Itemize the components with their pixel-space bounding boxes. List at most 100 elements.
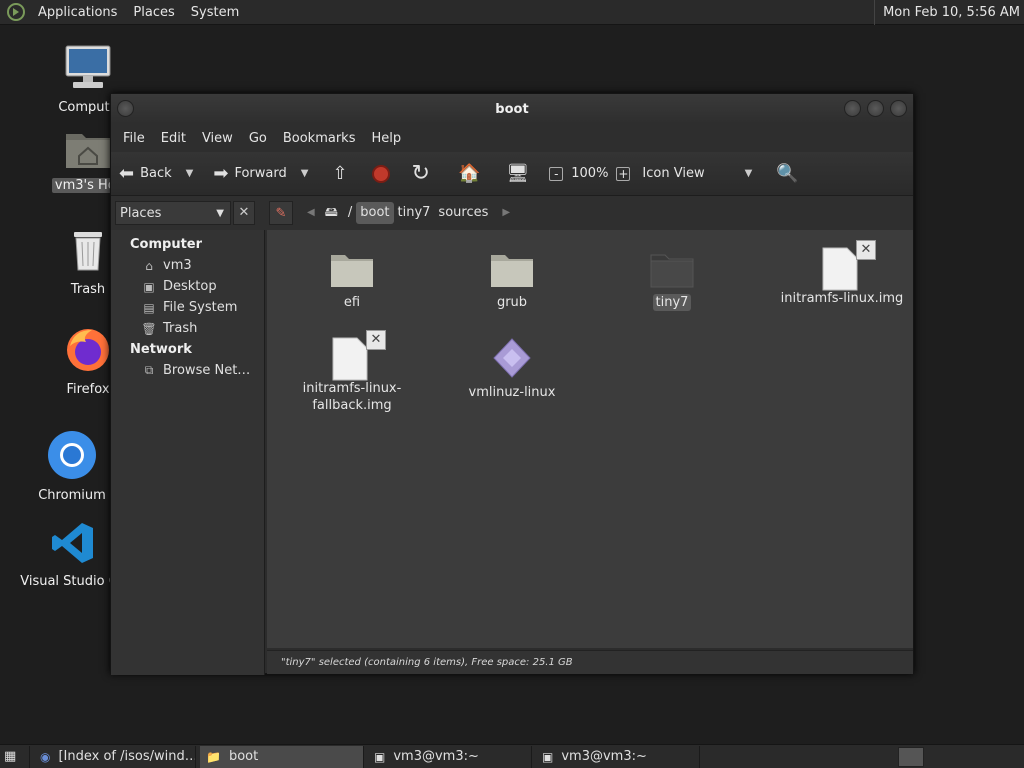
sidebar-item-label: Desktop	[163, 279, 217, 294]
view-mode-label: Icon View	[642, 166, 705, 181]
file-name: vmlinuz-linux	[468, 385, 556, 400]
breadcrumb-drive-icon[interactable]: 🖴	[319, 202, 344, 224]
sidebar-item-label: Browse Net…	[163, 363, 251, 378]
taskbar-item-label: vm3@vm3:~	[393, 749, 479, 764]
stop-button[interactable]	[371, 164, 390, 183]
folder-icon: 📁	[206, 749, 221, 764]
toggle-location-entry-button[interactable]: ✎	[269, 201, 293, 225]
chromium-icon	[22, 430, 122, 484]
taskbar-item-label: vm3@vm3:~	[561, 749, 647, 764]
sidebar-item-trash[interactable]: 🗑 Trash	[111, 318, 264, 339]
system-menu[interactable]: System	[183, 0, 247, 25]
forward-button[interactable]: ➡ Forward ▼	[213, 163, 320, 184]
up-button[interactable]: ⇧	[332, 163, 353, 184]
sidebar-section-computer: Computer	[130, 237, 203, 252]
menu-edit[interactable]: Edit	[153, 131, 194, 146]
file-name: efi	[343, 295, 361, 310]
file-icon-view[interactable]: efi grub tiny7 ✕ initramfs-linux.img ✕ i…	[267, 230, 913, 648]
file-item-initramfs-linux-fallback[interactable]: ✕ initramfs-linux-fallback.img	[287, 330, 417, 414]
breadcrumb-scroll-left[interactable]: ◀	[303, 202, 319, 224]
close-button[interactable]	[890, 100, 907, 117]
forward-arrow-icon: ➡	[213, 163, 229, 184]
back-arrow-icon: ⬅	[119, 163, 135, 184]
show-desktop-button[interactable]: ▦	[0, 745, 30, 768]
file-name: grub	[496, 295, 528, 310]
forward-label: Forward	[234, 166, 287, 181]
computer-icon	[38, 44, 138, 96]
taskbar-item-terminal-1[interactable]: ▣ vm3@vm3:~	[368, 745, 532, 768]
breadcrumb-tiny7[interactable]: tiny7	[394, 202, 435, 224]
breadcrumb-root[interactable]: /	[344, 202, 356, 224]
network-icon: ⧉	[144, 363, 154, 377]
menu-help[interactable]: Help	[363, 131, 409, 146]
folder-icon	[447, 250, 577, 294]
places-menu[interactable]: Places	[125, 0, 182, 25]
terminal-icon: ▣	[374, 749, 386, 764]
back-history-dropdown-icon[interactable]: ▼	[186, 168, 194, 179]
sidebar-type-select[interactable]: Places ▼	[115, 201, 231, 225]
window-title: boot	[495, 101, 529, 117]
browser-icon: ◉	[40, 749, 51, 764]
bottom-panel: ▦ ◉ [Index of /isos/wind… 📁 boot ▣ vm3@v…	[0, 744, 1024, 768]
window-titlebar[interactable]: boot	[111, 94, 913, 124]
taskbar-item-boot[interactable]: 📁 boot	[200, 745, 364, 768]
menu-go[interactable]: Go	[241, 131, 275, 146]
forward-history-dropdown-icon[interactable]: ▼	[301, 168, 309, 179]
desktop-icon-chromium[interactable]: Chromium	[22, 430, 122, 503]
computer-button[interactable]: 🖥	[506, 163, 535, 184]
chevron-down-icon: ▼	[216, 207, 224, 219]
zoom-out-button[interactable]: -	[549, 166, 564, 181]
distro-logo-icon[interactable]	[6, 2, 26, 22]
desktop-icon: ▣	[143, 279, 155, 294]
search-button[interactable]: 🔍	[776, 163, 804, 184]
sidebar-section-network: Network	[130, 342, 192, 357]
clock[interactable]: Mon Feb 10, 5:56 AM	[874, 0, 1020, 25]
file-item-vmlinuz-linux[interactable]: vmlinuz-linux	[447, 336, 577, 401]
menu-view[interactable]: View	[194, 131, 241, 146]
unreadable-emblem-icon: ✕	[366, 330, 386, 350]
binary-file-icon	[447, 336, 577, 384]
sidebar-item-desktop[interactable]: ▣ Desktop	[111, 276, 264, 297]
workspace-switcher[interactable]	[898, 747, 924, 767]
sidebar-item-file-system[interactable]: ▤ File System	[111, 297, 264, 318]
up-arrow-icon: ⇧	[332, 163, 348, 184]
back-label: Back	[140, 166, 172, 181]
breadcrumb-sources[interactable]: sources	[434, 202, 492, 224]
zoom-in-button[interactable]: +	[616, 166, 631, 181]
drive-icon: ▤	[143, 300, 155, 315]
zoom-out-icon: -	[549, 166, 564, 181]
folder-icon	[607, 250, 737, 294]
close-sidebar-button[interactable]: ✕	[233, 201, 255, 225]
status-bar: "tiny7" selected (containing 6 items), F…	[267, 650, 913, 674]
taskbar-item-browser[interactable]: ◉ [Index of /isos/wind…	[34, 745, 196, 768]
home-button[interactable]: 🏠	[458, 163, 486, 184]
file-item-initramfs-linux[interactable]: ✕ initramfs-linux.img	[767, 240, 917, 307]
breadcrumb-scroll-right[interactable]: ▶	[498, 202, 514, 224]
taskbar-item-label: [Index of /isos/wind…	[58, 749, 196, 764]
reload-icon: ↻	[411, 161, 430, 186]
view-mode-select[interactable]: Icon View ▼	[642, 166, 764, 181]
file-item-tiny7[interactable]: tiny7	[607, 250, 737, 311]
trash-icon: 🗑	[141, 321, 157, 336]
sidebar-item-browse-network[interactable]: ⧉ Browse Net…	[111, 360, 264, 381]
file-item-grub[interactable]: grub	[447, 250, 577, 311]
sidebar-item-label: File System	[163, 300, 238, 315]
back-button[interactable]: ⬅ Back ▼	[119, 163, 205, 184]
location-bar: Places ▼ ✕ ✎ ◀ 🖴 / boot tiny7 sources ▶	[111, 196, 913, 230]
computer-icon: 🖥	[506, 163, 530, 184]
close-icon: ✕	[238, 205, 250, 220]
file-name: initramfs-linux-fallback.img	[302, 381, 402, 413]
taskbar-item-terminal-2[interactable]: ▣ vm3@vm3:~	[536, 745, 700, 768]
search-icon: 🔍	[776, 163, 799, 184]
file-item-efi[interactable]: efi	[287, 250, 417, 311]
menu-bookmarks[interactable]: Bookmarks	[275, 131, 364, 146]
sidebar-item-vm3[interactable]: ⌂ vm3	[111, 255, 264, 276]
menu-file[interactable]: File	[115, 131, 153, 146]
breadcrumb-boot[interactable]: boot	[356, 202, 394, 224]
maximize-button[interactable]	[867, 100, 884, 117]
home-folder-icon: 🏠	[457, 163, 481, 184]
applications-menu[interactable]: Applications	[30, 0, 125, 25]
window-menu-button[interactable]	[117, 100, 134, 117]
minimize-button[interactable]	[844, 100, 861, 117]
reload-button[interactable]: ↻	[412, 161, 436, 186]
